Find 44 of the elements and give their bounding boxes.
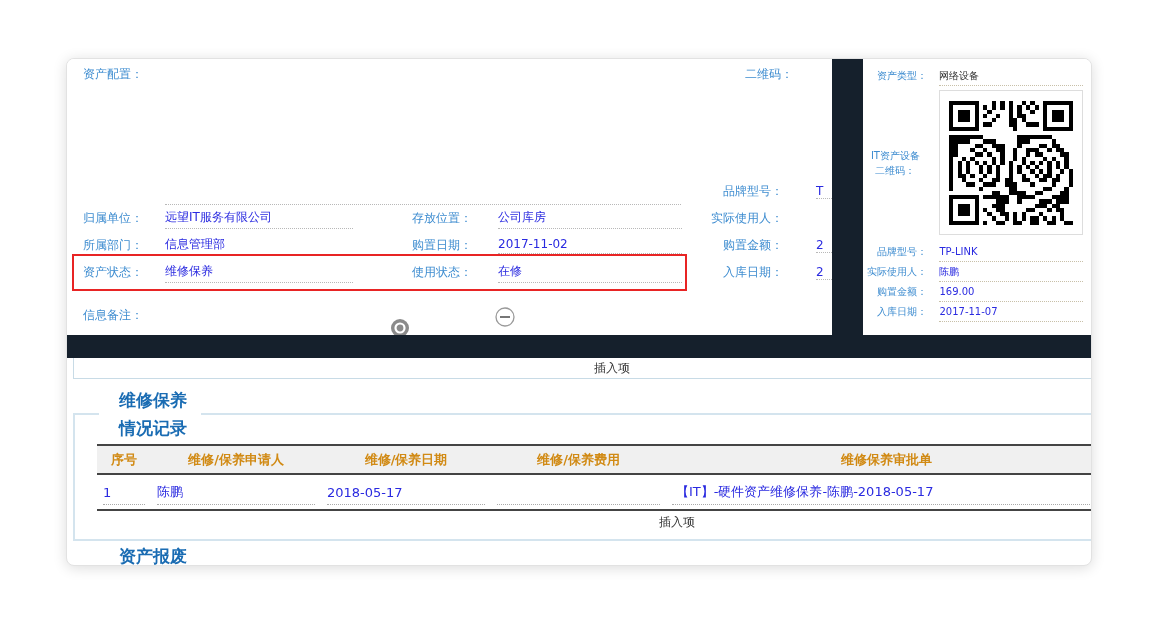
field-label: 资产类型：: [876, 69, 928, 83]
table-cell: 【IT】-硬件资产维修保养-陈鹏-2018-05-17: [676, 483, 934, 501]
field-value: 2017-11-07: [939, 302, 1084, 322]
column-header: 维修/保养费用: [536, 450, 621, 469]
insert-item-link[interactable]: 插入项: [659, 513, 695, 531]
field-label: 所属部门：: [83, 237, 144, 254]
table-cell: 2018-05-17: [327, 484, 403, 500]
field-value: 2017-11-02: [498, 237, 682, 254]
field-value: 维修保养: [165, 262, 353, 283]
field-label: 存放位置：: [412, 210, 473, 227]
column-header: 维修/保养日期: [363, 450, 449, 469]
field-label: 归属单位：: [83, 210, 144, 227]
field-value: 网络设备: [939, 66, 1084, 86]
table-cell: 陈鹏: [157, 483, 183, 501]
field-label: 实际使用人：: [710, 210, 783, 227]
field-value: 在修: [498, 262, 682, 283]
insert-item-link[interactable]: 插入项: [594, 359, 630, 377]
field-label: IT资产设备二维码：: [869, 148, 921, 178]
field-value: 公司库房: [498, 208, 682, 229]
field-label: 品牌型号：: [722, 183, 783, 200]
field-value: TP-LINK: [939, 242, 1084, 262]
field-label: 入库日期：: [722, 264, 783, 281]
section-title: 维修保养情况记录: [117, 389, 188, 440]
field-value: 169.00: [939, 282, 1084, 302]
field-label: 购置日期：: [412, 237, 473, 254]
field-value: 信息管理部: [165, 235, 353, 256]
field-label: 使用状态：: [412, 264, 473, 281]
field-label: 实际使用人：: [866, 265, 928, 279]
field-label: 二维码：: [744, 66, 793, 83]
field-label: 入库日期：: [876, 305, 928, 319]
field-label: 购置金额：: [876, 285, 928, 299]
field-value: 远望IT服务有限公司: [165, 208, 353, 229]
table-cell: 1: [103, 484, 112, 500]
field-label: 信息备注：: [83, 307, 143, 324]
field-value: 陈鹏: [939, 262, 1084, 282]
field-label: 资产配置：: [83, 66, 143, 83]
field-label: 购置金额：: [722, 237, 783, 254]
field-label: 品牌型号：: [876, 245, 928, 259]
column-header: 维修/保养申请人: [187, 450, 285, 469]
section-title: 资产报废: [119, 545, 188, 565]
column-header: 序号: [110, 450, 138, 469]
field-label: 资产状态：: [83, 264, 144, 281]
column-header: 维修保养审批单: [839, 450, 933, 469]
remove-icon[interactable]: [495, 307, 515, 327]
